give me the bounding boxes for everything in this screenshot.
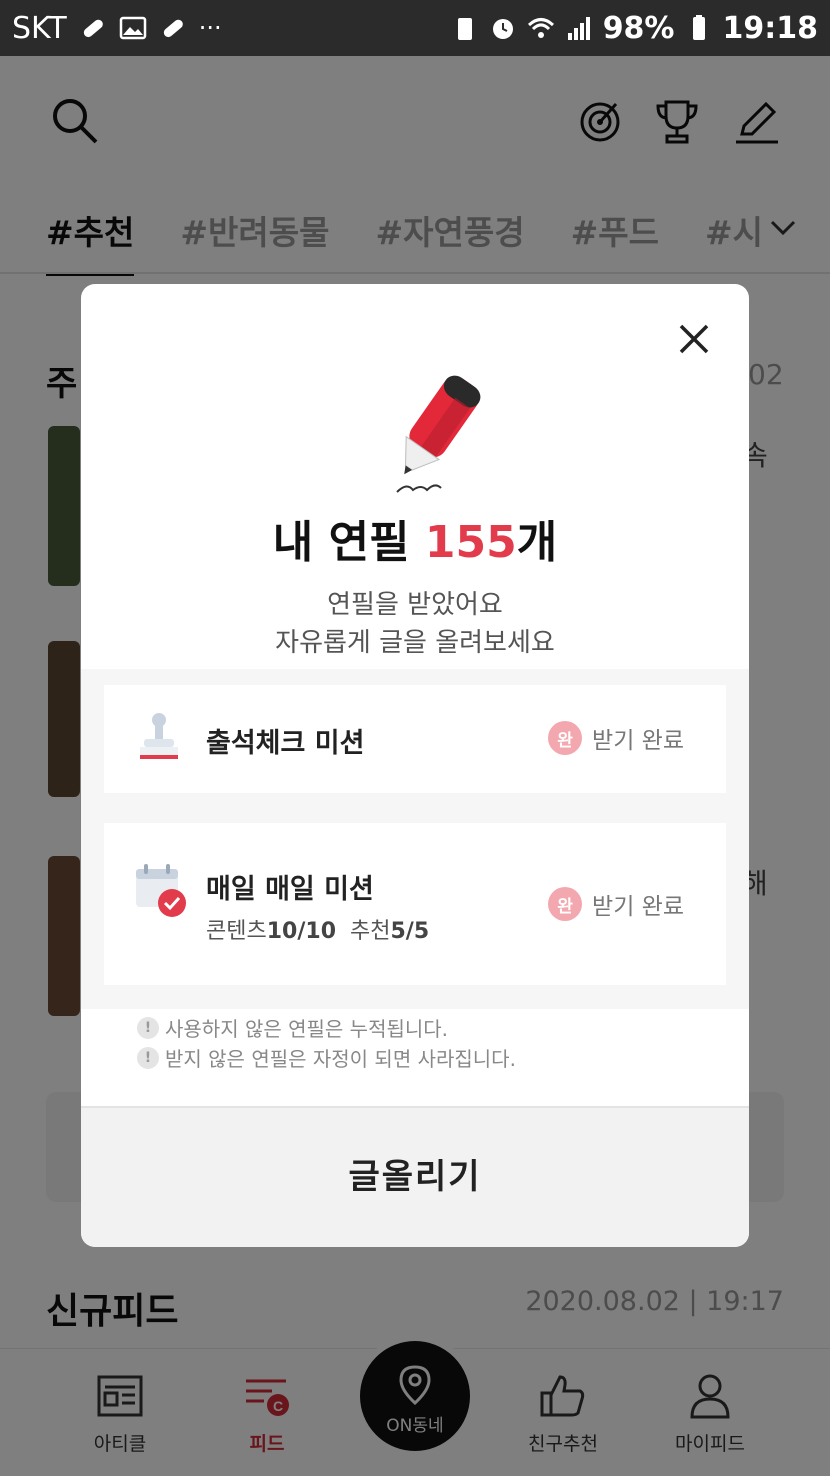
bandage-icon [83, 19, 103, 38]
pencil-count-title: 내 연필 155개 [81, 506, 749, 570]
mission-status[interactable]: 완 받기 완료 [548, 887, 684, 921]
note-accumulate: ! 사용하지 않은 연필은 누적됩니다. [137, 1013, 448, 1042]
mission-progress: 콘텐츠10/10 추천5/5 [206, 913, 429, 945]
progress-value-recommend: 5/5 [390, 919, 430, 944]
note-text: 사용하지 않은 연필은 누적됩니다. [165, 1017, 449, 1041]
subtitle-line-2: 자유롭게 글을 올려보세요 [275, 628, 555, 658]
bandage-icon [163, 19, 183, 38]
red-pencil-icon [396, 375, 481, 493]
clock: 19:18 [722, 10, 819, 46]
mission-name: 출석체크 미션 [206, 728, 365, 759]
battery-saver-icon [457, 18, 472, 40]
status-bar: SKT ··· 98% 19:18 [0, 0, 830, 56]
progress-value-content: 10/10 [266, 919, 336, 944]
complete-badge: 완 [548, 887, 583, 921]
more-notifications: ··· [198, 14, 222, 42]
battery-icon [692, 15, 705, 40]
alarm-icon [492, 19, 513, 39]
carrier-label: SKT [12, 10, 67, 46]
status-label: 받기 완료 [592, 894, 684, 920]
mission-list: 출석체크 미션 완 받기 완료 매일 매일 미션 콘텐츠10/10 추천5/5 … [81, 669, 749, 1009]
note-text: 받지 않은 연필은 자정이 되면 사라집니다. [165, 1047, 516, 1071]
mission-attendance: 출석체크 미션 완 받기 완료 [104, 685, 726, 793]
complete-badge: 완 [548, 721, 583, 755]
image-icon [119, 16, 146, 40]
note-expire: ! 받지 않은 연필은 자정이 되면 사라집니다. [137, 1043, 516, 1072]
progress-label-recommend: 추천 [350, 919, 391, 944]
wifi-icon [527, 18, 554, 38]
title-suffix: 개 [516, 517, 558, 568]
mission-status[interactable]: 완 받기 완료 [548, 721, 684, 755]
stamp-icon [140, 713, 178, 759]
close-icon[interactable] [675, 320, 713, 358]
info-icon: ! [137, 1016, 159, 1039]
signal-icon [567, 17, 590, 40]
mission-daily: 매일 매일 미션 콘텐츠10/10 추천5/5 완 받기 완료 [104, 823, 726, 985]
info-icon: ! [137, 1046, 159, 1069]
calendar-check-icon [136, 864, 186, 917]
status-label: 받기 완료 [592, 728, 684, 754]
pencil-count: 155 [424, 517, 517, 568]
mission-name: 매일 매일 미션 [206, 874, 374, 905]
write-post-button[interactable]: 글올리기 [81, 1106, 749, 1247]
title-prefix: 내 연필 [272, 517, 425, 568]
subtitle-line-1: 연필을 받았어요 [327, 590, 503, 620]
battery-percent: 98% [602, 10, 675, 46]
pencil-reward-dialog: 내 연필 155개 연필을 받았어요 자유롭게 글을 올려보세요 출석체크 미션… [81, 284, 749, 1247]
progress-label-content: 콘텐츠 [206, 919, 267, 944]
